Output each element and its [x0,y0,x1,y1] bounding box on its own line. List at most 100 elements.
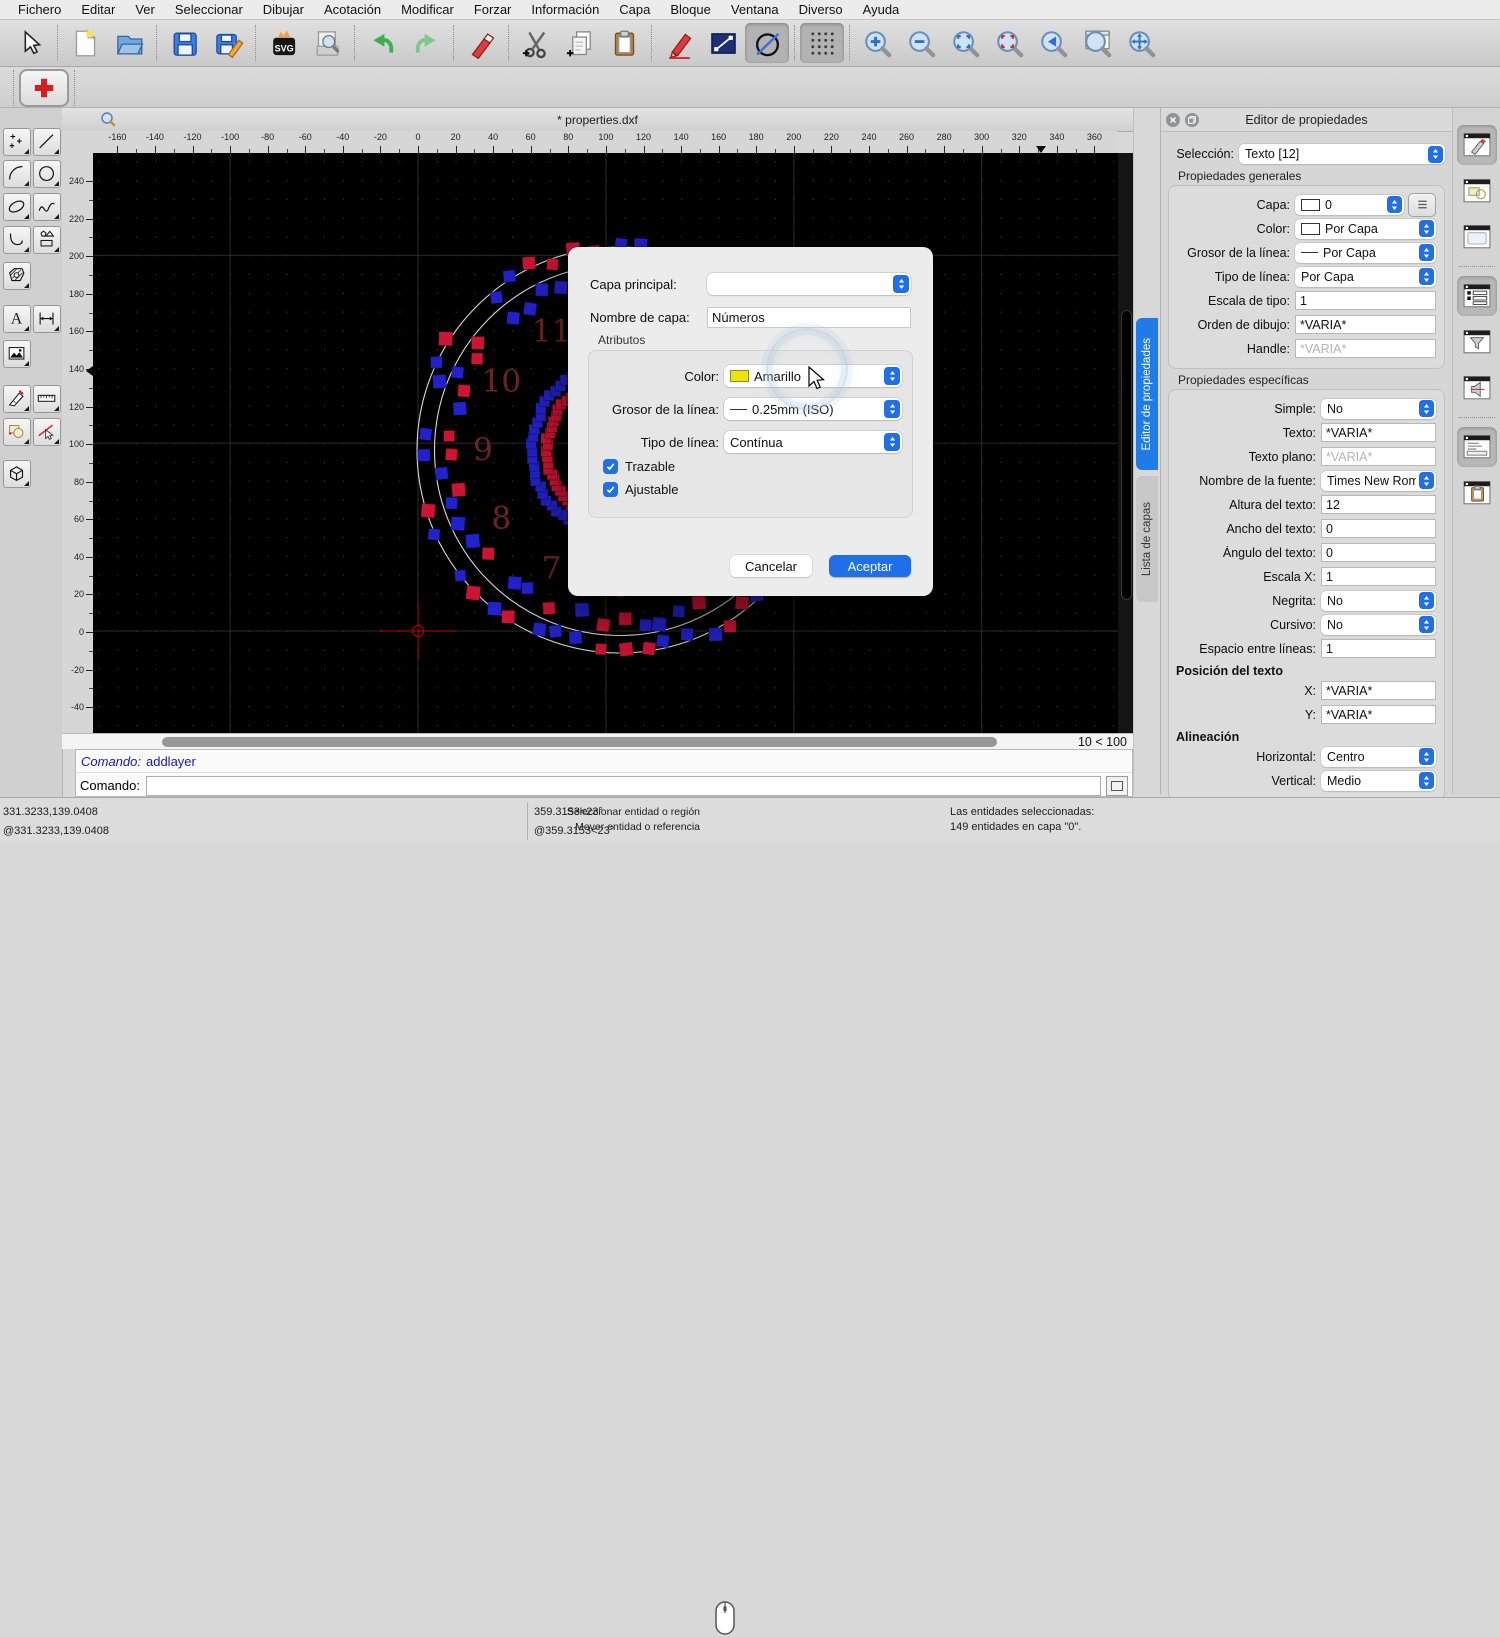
text-height-field[interactable]: 12 [1321,495,1436,514]
pos-y-field[interactable]: *VARIA* [1321,705,1436,724]
dimension-tool-button[interactable] [33,305,61,333]
line-attributes-button[interactable] [701,23,745,63]
accept-button[interactable]: Aceptar [829,555,911,577]
draw-pencil-button[interactable] [657,23,701,63]
zoom-auto-button[interactable] [943,23,987,63]
layer-name-field[interactable]: Números [707,307,911,328]
zoom-window-button[interactable] [1075,23,1119,63]
linetype-scale-field[interactable]: 1 [1295,291,1436,310]
save-button[interactable] [162,23,206,63]
font-name-combo[interactable]: Times New Roman [1321,471,1436,491]
lineweight-combo[interactable]: 0.25mm (ISO) [724,398,902,420]
scale-x-field[interactable]: 1 [1321,567,1436,586]
arc-tool-button[interactable] [3,160,31,188]
menu-ayuda[interactable]: Ayuda [853,2,910,17]
menu-acotación[interactable]: Acotación [314,2,391,17]
pen-panel-toggle-button[interactable] [1457,125,1497,165]
menu-ver[interactable]: Ver [125,2,165,17]
menu-dibujar[interactable]: Dibujar [253,2,314,17]
undo-button[interactable] [360,23,404,63]
lineweight-combo[interactable]: Por Capa [1295,243,1436,263]
layer-list-button[interactable] [1408,193,1436,217]
pointer-button[interactable] [8,23,52,63]
vertical-scrollbar-thumb[interactable] [1121,310,1132,600]
ellipse-tool-button[interactable] [3,193,31,221]
float-panel-button[interactable] [1185,113,1199,127]
hatch-tool-button[interactable] [3,262,31,290]
simple-combo[interactable]: No [1321,399,1436,419]
menu-modificar[interactable]: Modificar [391,2,464,17]
copy-button[interactable] [558,23,602,63]
line-tool-button[interactable] [33,128,61,156]
clipboard-panel-toggle-button[interactable] [1457,473,1497,513]
pos-x-field[interactable]: *VARIA* [1321,681,1436,700]
grid-button[interactable] [800,23,844,63]
list-panel-toggle-button[interactable] [1457,276,1497,316]
menu-forzar[interactable]: Forzar [464,2,522,17]
handle-field[interactable]: *VARIA* [1295,339,1436,358]
modify-tool-button[interactable] [3,418,31,446]
zoom-out-button[interactable] [899,23,943,63]
bold-combo[interactable]: No [1321,591,1436,611]
menu-editar[interactable]: Editar [71,2,125,17]
paste-button[interactable] [602,23,646,63]
shapes-tool-button[interactable] [33,226,61,254]
layer-combo[interactable]: 0 [1295,195,1404,215]
horizontal-scrollbar[interactable]: 10 < 100 [62,733,1133,749]
menu-seleccionar[interactable]: Seleccionar [165,2,253,17]
save-as-button[interactable] [206,23,250,63]
select-tool-button[interactable] [33,418,61,446]
blank-panel-toggle-button[interactable] [1457,217,1497,257]
menu-capa[interactable]: Capa [609,2,660,17]
close-panel-button[interactable] [1166,113,1180,127]
redo-button[interactable] [404,23,448,63]
box3d-tool-button[interactable] [3,460,31,488]
menu-bloque[interactable]: Bloque [660,2,720,17]
svg-export-button[interactable]: SVG [261,23,305,63]
cut-button[interactable] [514,23,558,63]
line-spacing-field[interactable]: 1 [1321,639,1436,658]
open-folder-button[interactable] [107,23,151,63]
shapes-panel-toggle-button[interactable] [1457,171,1497,211]
circle-tool-button[interactable] [33,160,61,188]
zoom-pan-button[interactable] [1119,23,1163,63]
trazable-checkbox[interactable] [603,459,618,474]
menu-diverso[interactable]: Diverso [789,2,853,17]
menu-información[interactable]: Información [521,2,609,17]
print-preview-button[interactable] [305,23,349,63]
text-angle-field[interactable]: 0 [1321,543,1436,562]
points-tool-button[interactable] [3,128,31,156]
polyline-tool-button[interactable] [3,226,31,254]
menu-fichero[interactable]: Fichero [8,2,71,17]
big-plus-button[interactable] [19,69,69,107]
command-options-button[interactable] [1106,776,1128,796]
command-input[interactable] [146,776,1101,796]
text-field[interactable]: *VARIA* [1321,423,1436,442]
tab-property-editor[interactable]: Editor de propiedades [1136,318,1158,470]
circle-slash-button[interactable] [745,23,789,63]
italic-combo[interactable]: No [1321,615,1436,635]
filter-panel-toggle-button[interactable] [1457,322,1497,362]
horizontal-scrollbar-thumb[interactable] [162,737,997,747]
ajustable-checkbox[interactable] [603,482,618,497]
text-tool-button[interactable]: A [3,305,31,333]
drafting-tool-button[interactable] [3,385,31,413]
zoom-prev-button[interactable] [1031,23,1075,63]
vertical-align-combo[interactable]: Medio [1321,771,1436,791]
delete-entities-button[interactable] [459,23,503,63]
block-panel-toggle-button[interactable] [1457,368,1497,408]
command-panel-toggle-button[interactable] [1457,427,1497,467]
selection-combo[interactable]: Texto [12] [1239,144,1445,164]
color-combo[interactable]: Amarillo [724,365,902,387]
text-width-field[interactable]: 0 [1321,519,1436,538]
zoom-select-button[interactable] [987,23,1031,63]
parent-layer-combo[interactable] [707,273,911,295]
zoom-in-button[interactable] [855,23,899,63]
horizontal-align-combo[interactable]: Centro [1321,747,1436,767]
linetype-combo[interactable]: Contínua [724,431,902,453]
image-tool-button[interactable] [3,340,31,368]
spline-tool-button[interactable] [33,193,61,221]
cancel-button[interactable]: Cancelar [730,555,812,577]
draw-order-field[interactable]: *VARIA* [1295,315,1436,334]
color-combo[interactable]: Por Capa [1295,219,1436,239]
